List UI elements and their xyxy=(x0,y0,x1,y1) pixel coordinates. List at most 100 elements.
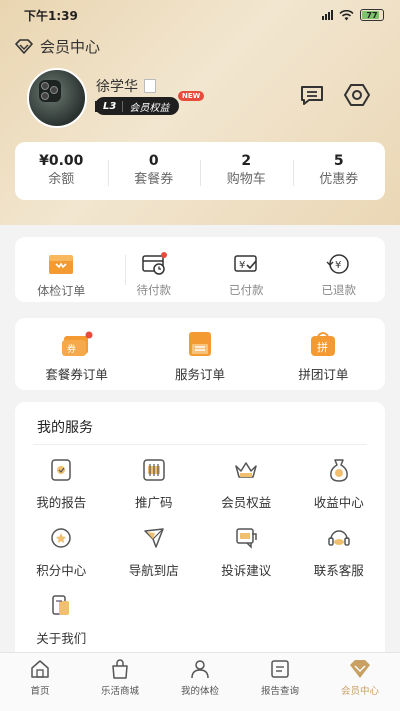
service-item-promo-code[interactable]: 推广码 xyxy=(108,457,201,511)
avatar[interactable] xyxy=(27,68,87,128)
divider xyxy=(33,444,367,445)
service-item-points-center[interactable]: 积分中心 xyxy=(15,525,108,579)
order-label: 拼团订单 xyxy=(298,367,349,382)
other-orders-card: 券 套餐券订单 服务订单 拼 拼团订单 xyxy=(15,318,385,390)
exam-order-icon xyxy=(49,255,74,274)
battery-icon: 77 xyxy=(360,9,384,21)
message-icon[interactable] xyxy=(299,82,325,108)
tab-member-center[interactable]: 会员中心 xyxy=(320,653,400,711)
navigation-icon xyxy=(144,528,164,548)
refunded-icon: ¥ xyxy=(326,254,349,274)
service-label: 投诉建议 xyxy=(221,563,272,578)
stat-shopping-cart[interactable]: 2 购物车 xyxy=(200,152,293,190)
stat-balance[interactable]: ¥0.00 余额 xyxy=(15,152,108,190)
report-icon xyxy=(51,459,71,481)
tab-report-query[interactable]: 报告查询 xyxy=(240,653,320,711)
tab-label: 我的体检 xyxy=(180,686,219,697)
svg-text:券: 券 xyxy=(67,343,76,355)
services-title: 我的服务 xyxy=(37,420,93,436)
service-orders-button[interactable]: 服务订单 xyxy=(138,318,261,390)
group-buy-order-icon: 拼 xyxy=(311,332,336,356)
person-icon xyxy=(191,660,209,679)
crown-icon xyxy=(235,462,257,478)
service-item-report[interactable]: 我的报告 xyxy=(15,457,108,511)
service-label: 联系客服 xyxy=(313,563,364,578)
order-label: 体检订单 xyxy=(37,284,86,298)
tab-shop[interactable]: 乐活商城 xyxy=(80,653,160,711)
battery-level: 77 xyxy=(366,10,378,20)
customer-service-icon xyxy=(328,530,350,546)
svg-text:拼: 拼 xyxy=(317,340,328,354)
svg-text:¥: ¥ xyxy=(335,260,341,271)
service-label: 收益中心 xyxy=(313,495,364,510)
refunded-button[interactable]: ¥ 已退款 xyxy=(293,237,386,302)
service-label: 会员权益 xyxy=(221,495,272,510)
exam-orders-card: 体检订单 待付款 ¥ 已付款 ¥ 已退款 xyxy=(15,237,385,302)
report-query-icon xyxy=(271,660,289,678)
username-row[interactable]: 徐学华 xyxy=(96,76,156,96)
order-label: 已退款 xyxy=(321,283,357,297)
stat-coupons[interactable]: 5 优惠券 xyxy=(292,152,386,190)
pending-payment-button[interactable]: 待付款 xyxy=(108,237,201,302)
service-label: 导航到店 xyxy=(128,563,179,578)
wifi-icon xyxy=(339,9,354,20)
paid-icon: ¥ xyxy=(234,255,257,272)
stat-value: 5 xyxy=(333,153,344,169)
service-label: 我的报告 xyxy=(36,495,87,510)
settings-icon[interactable] xyxy=(344,82,370,108)
page-title-bar: 会员中心 xyxy=(14,36,100,57)
new-badge: NEW xyxy=(178,91,205,101)
package-voucher-orders-button[interactable]: 券 套餐券订单 xyxy=(15,318,138,390)
tab-label: 乐活商城 xyxy=(100,686,139,697)
tab-label: 首页 xyxy=(30,686,50,697)
svg-text:¥: ¥ xyxy=(239,260,245,271)
tab-my-exam[interactable]: 我的体检 xyxy=(160,653,240,711)
stat-package-vouchers[interactable]: 0 套餐券 xyxy=(107,152,201,190)
order-label: 服务订单 xyxy=(174,367,225,382)
tab-home[interactable]: 首页 xyxy=(0,653,80,711)
home-icon xyxy=(31,660,49,678)
service-item-member-benefits[interactable]: 会员权益 xyxy=(200,457,293,511)
exam-orders-button[interactable]: 体检订单 xyxy=(15,237,108,302)
service-item-earnings-center[interactable]: 收益中心 xyxy=(293,457,386,511)
tab-label: 会员中心 xyxy=(340,686,379,697)
bottom-tab-bar: 首页 乐活商城 我的体检 报告查询 会员中心 xyxy=(0,652,400,711)
page-title: 会员中心 xyxy=(40,38,101,56)
stat-label: 优惠券 xyxy=(319,172,359,187)
member-diamond-icon xyxy=(350,660,370,678)
group-buy-orders-button[interactable]: 拼 拼团订单 xyxy=(262,318,385,390)
service-item-navigation[interactable]: 导航到店 xyxy=(108,525,201,579)
diamond-icon xyxy=(15,38,33,54)
service-item-customer-service[interactable]: 联系客服 xyxy=(293,525,386,579)
status-bar: 下午1:39 77 xyxy=(0,0,400,30)
promo-code-icon xyxy=(143,459,165,481)
service-order-icon xyxy=(188,332,211,356)
package-voucher-order-icon: 券 xyxy=(61,331,93,356)
paid-button[interactable]: ¥ 已付款 xyxy=(200,237,293,302)
points-icon xyxy=(51,528,71,548)
shop-bag-icon xyxy=(112,659,128,679)
stat-label: 套餐券 xyxy=(134,172,174,187)
document-icon xyxy=(144,79,156,93)
member-benefits-label: 会员权益 xyxy=(129,102,170,114)
stat-label: 余额 xyxy=(48,172,75,187)
account-stats-card: ¥0.00 余额 0 套餐券 2 购物车 5 优惠券 xyxy=(15,142,385,200)
order-label: 待付款 xyxy=(136,283,172,297)
service-label: 积分中心 xyxy=(36,563,87,578)
service-item-about-us[interactable]: 关于我们 xyxy=(15,593,108,647)
service-item-feedback[interactable]: 投诉建议 xyxy=(200,525,293,579)
order-label: 套餐券订单 xyxy=(45,367,108,382)
stat-value: ¥0.00 xyxy=(39,153,84,169)
member-level-tag[interactable]: L3 会员权益 xyxy=(95,97,180,115)
stat-label: 购物车 xyxy=(226,172,266,187)
member-level: L3 xyxy=(95,100,124,112)
signal-icon xyxy=(322,10,333,20)
username: 徐学华 xyxy=(96,79,138,95)
about-icon xyxy=(52,595,70,615)
money-bag-icon xyxy=(329,459,348,482)
service-label: 关于我们 xyxy=(36,631,87,646)
stat-value: 2 xyxy=(241,153,252,169)
feedback-icon xyxy=(236,528,257,549)
service-label: 推广码 xyxy=(134,495,173,510)
tab-label: 报告查询 xyxy=(260,686,299,697)
